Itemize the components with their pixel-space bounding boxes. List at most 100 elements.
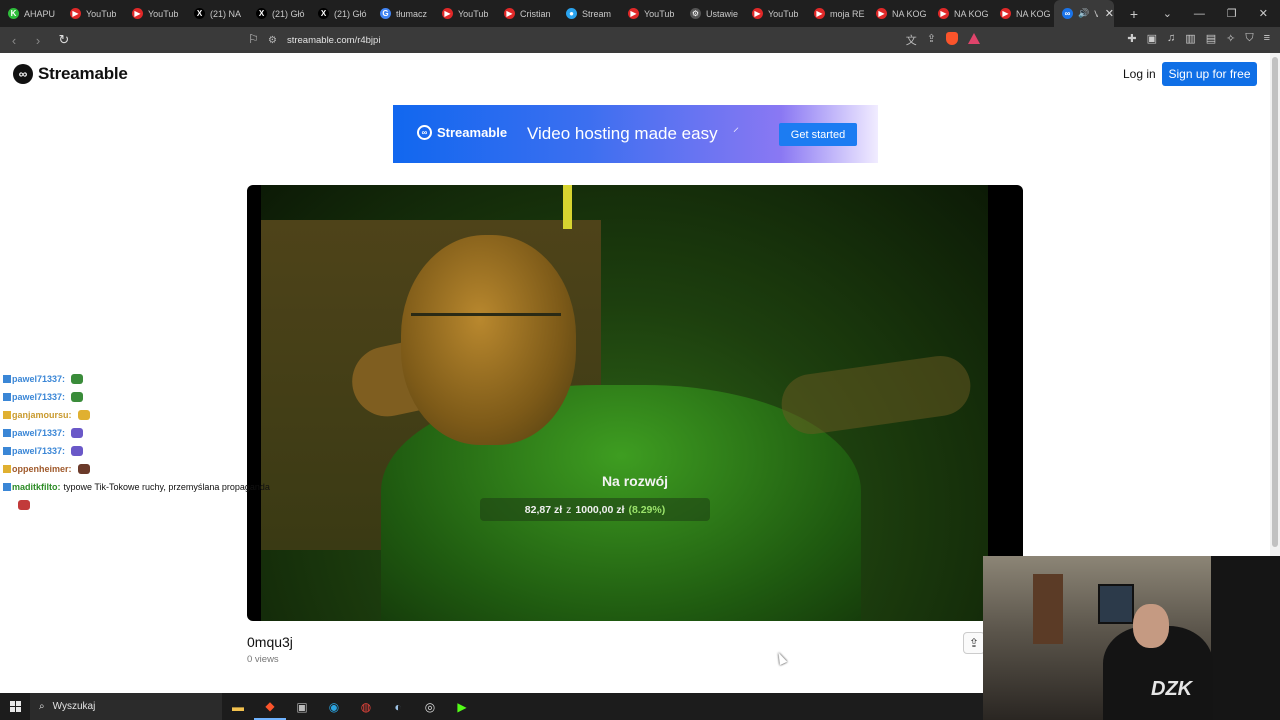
logo-text: Streamable	[38, 64, 128, 83]
tab-label: YouTub	[644, 8, 675, 19]
url-text: streamable.com/r4bjpi	[286, 34, 381, 46]
forward-icon[interactable]: ›	[28, 33, 48, 48]
tab-4[interactable]: X (21) Głó	[248, 0, 310, 27]
tab-14[interactable]: ▶ NA KOG	[868, 0, 930, 27]
kick-app-icon[interactable]: ▶	[446, 693, 478, 720]
tab-2[interactable]: ▶ YouTub	[124, 0, 186, 27]
back-icon[interactable]: ‹	[4, 33, 24, 48]
translate-icon[interactable]: 文	[906, 32, 917, 48]
screenshot-icon[interactable]: ▣	[1147, 32, 1157, 45]
tab-favicon-icon: G	[380, 8, 391, 19]
signup-button[interactable]: Sign up for free	[1162, 62, 1257, 86]
tab-3[interactable]: X (21) NA	[186, 0, 248, 27]
obs-icon[interactable]: ◎	[414, 693, 446, 720]
taskbar-search[interactable]: ⌕ Wyszukaj	[30, 693, 222, 720]
steam-icon[interactable]: ◐	[382, 693, 414, 720]
chat-badge-icon	[3, 411, 11, 419]
tab-8[interactable]: ▶ Cristian	[496, 0, 558, 27]
chat-badge-icon	[3, 501, 11, 509]
minimize-icon[interactable]: —	[1194, 8, 1205, 20]
banner-tagline: Video hosting made easy	[527, 124, 718, 143]
tab-0[interactable]: K AHAPU	[0, 0, 62, 27]
sidebar-icon[interactable]: ▥	[1185, 32, 1195, 45]
tab-12[interactable]: ▶ YouTub	[744, 0, 806, 27]
bookmark-icon[interactable]: ⚐	[248, 32, 259, 46]
tab-5[interactable]: X (21) Głó	[310, 0, 372, 27]
tab-label: (21) Głó	[334, 8, 367, 19]
chat-emote-icon	[71, 428, 84, 438]
leo-ai-icon[interactable]: ✧	[1226, 32, 1235, 45]
browser-tab-bar: K AHAPU ▶ YouTub ▶ YouTub X (21) NA X (21) Głó X (2…	[0, 0, 1280, 27]
tab-7[interactable]: ▶ YouTub	[434, 0, 496, 27]
edge-icon[interactable]: ◉	[318, 693, 350, 720]
video-views: 0 views	[247, 654, 279, 665]
chat-badge-icon	[3, 483, 11, 491]
tab-label: NA KOG	[1016, 8, 1051, 19]
url-actions: 文 ⇪	[906, 32, 980, 48]
stream-chat-overlay: pawel71337: pawel71337: ganjamoursu: pawel7…	[3, 370, 303, 514]
site-info-icon[interactable]: ⚙	[268, 35, 277, 46]
close-window-icon[interactable]: ✕	[1259, 7, 1268, 20]
wallet-icon[interactable]: ▤	[1206, 32, 1216, 45]
tab-label: (21) NA	[210, 8, 242, 19]
chat-badge-icon	[3, 393, 11, 401]
tab-9[interactable]: ● Stream	[558, 0, 620, 27]
donation-goal-title: Na rozwój	[601, 473, 669, 489]
banner-brand: Streamable	[437, 125, 508, 140]
banner-logo-icon: ∞	[417, 125, 432, 140]
chat-emote-icon	[71, 446, 84, 456]
share-icon: ⇪	[968, 636, 980, 650]
chrome-icon[interactable]: ◍	[350, 693, 382, 720]
menu-icon[interactable]: ≡	[1264, 32, 1270, 45]
close-tab-icon[interactable]: ✕	[1105, 7, 1114, 20]
streamable-logo[interactable]: ∞ Streamable	[13, 64, 128, 84]
scrollbar-thumb[interactable]	[1272, 57, 1278, 547]
tab-6[interactable]: Gtłumacz	[372, 0, 434, 27]
tab-favicon-icon: ▶	[876, 8, 887, 19]
chat-emote-icon	[71, 374, 84, 384]
new-tab-button[interactable]: +	[1124, 6, 1144, 22]
tab-10[interactable]: ▶ YouTub	[620, 0, 682, 27]
chat-message: maditkfilto: typowe Tik-Tokowe ruchy, prz…	[3, 478, 303, 496]
get-started-button[interactable]: Get started	[779, 123, 857, 146]
brave-shields-icon[interactable]	[946, 32, 958, 45]
extensions-icon[interactable]: ✚	[1127, 32, 1136, 45]
tab-16[interactable]: ▶ NA KOG	[992, 0, 1054, 27]
video-frame	[261, 185, 988, 621]
tab-label: YouTub	[86, 8, 117, 19]
file-explorer-icon[interactable]: ▬	[222, 693, 254, 720]
tab-label: NA KOG	[954, 8, 989, 19]
tab-15[interactable]: ▶ NA KOG	[930, 0, 992, 27]
login-link[interactable]: Log in	[1123, 67, 1156, 81]
tab-search-icon[interactable]: ⌄	[1163, 7, 1172, 20]
tab-favicon-icon: ▶	[752, 8, 763, 19]
video-player[interactable]: Na rozwój 82,87 zł z 1000,00 zł (8.29%)	[247, 185, 1023, 621]
tab-favicon-icon: ▶	[1000, 8, 1011, 19]
tab-favicon-icon: ⚙	[690, 8, 701, 19]
tab-label: moja RE	[830, 8, 865, 19]
brave-browser-icon[interactable]: ◆	[254, 693, 286, 720]
tab-active[interactable]: ∞ 🔊 V ✕	[1054, 0, 1114, 27]
goal-separator: z	[566, 503, 572, 516]
share-button[interactable]: ⇪	[963, 632, 985, 654]
promo-banner[interactable]: ∞ Streamable Video hosting made easy ⸝ G…	[393, 105, 878, 163]
restore-icon[interactable]: ❐	[1227, 7, 1237, 20]
page-scrollbar[interactable]	[1270, 53, 1280, 556]
start-button[interactable]	[0, 693, 30, 720]
vpn-icon[interactable]: ⛉	[1245, 32, 1253, 45]
tab-13[interactable]: ▶ moja RE	[806, 0, 868, 27]
tab-11[interactable]: ⚙ Ustawie	[682, 0, 744, 27]
tab-1[interactable]: ▶ YouTub	[62, 0, 124, 27]
streamer-webcam: DZK	[983, 556, 1280, 720]
vmware-icon[interactable]: ▣	[286, 693, 318, 720]
music-icon[interactable]: ♫	[1167, 32, 1175, 45]
share-icon[interactable]: ⇪	[927, 32, 936, 48]
brave-rewards-icon[interactable]	[968, 33, 980, 44]
reload-icon[interactable]: ↻	[54, 32, 74, 48]
search-placeholder: Wyszukaj	[52, 701, 96, 712]
tab-label: Cristian	[520, 8, 551, 19]
tab-favicon-icon: K	[8, 8, 19, 19]
person-head	[401, 235, 576, 445]
url-field[interactable]: ⚙ streamable.com/r4bjpi 文 ⇪	[268, 31, 988, 49]
webcam-door	[1033, 574, 1063, 644]
